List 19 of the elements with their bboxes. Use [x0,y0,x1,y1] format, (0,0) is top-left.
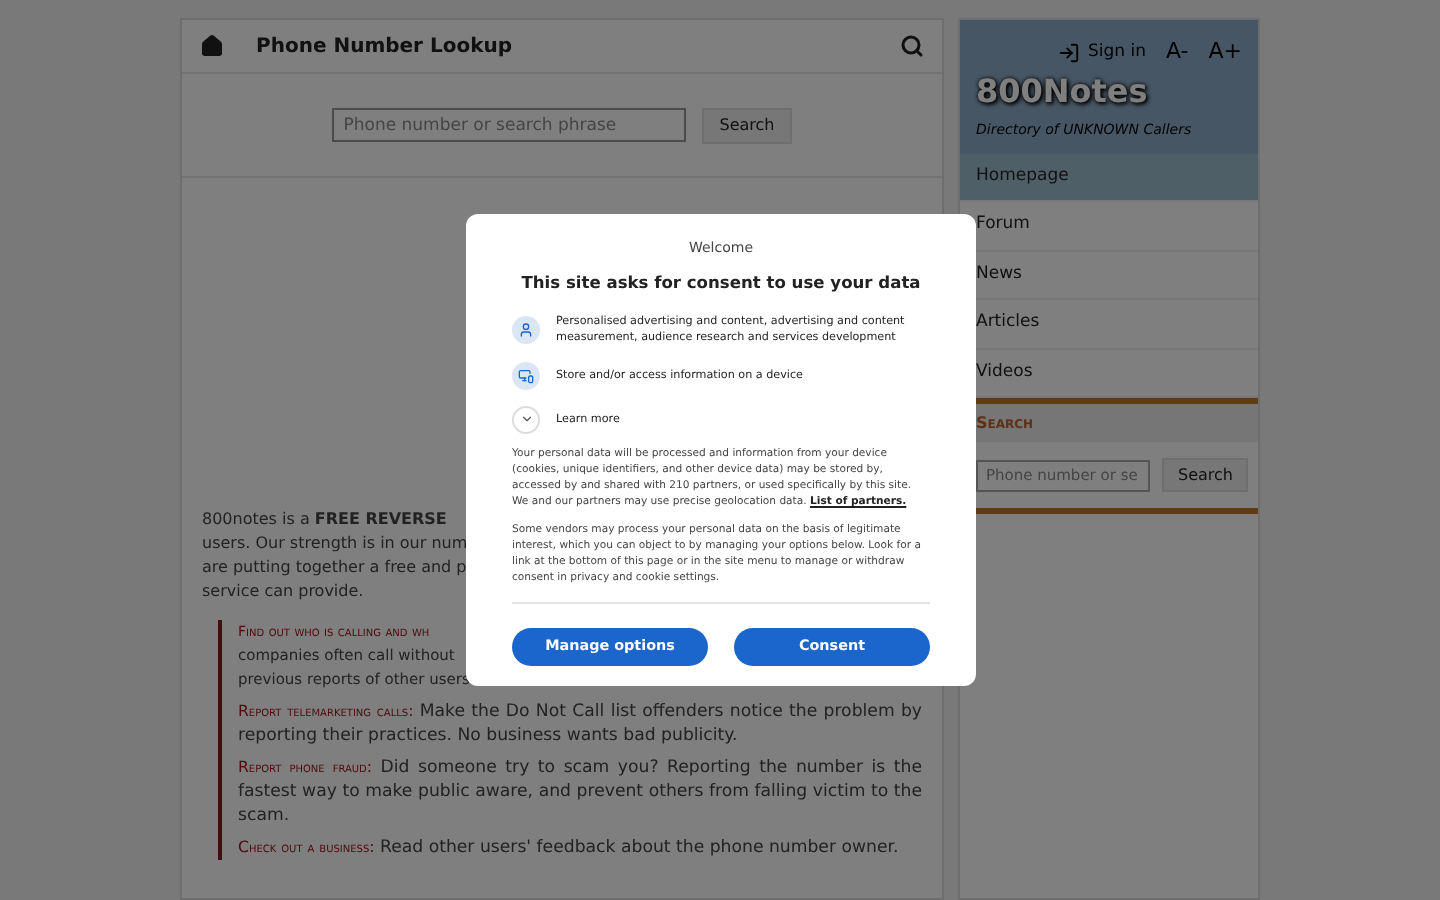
person-icon [512,315,540,344]
search-icon[interactable] [900,34,924,58]
search-field[interactable]: Phone number or search phrase [331,108,686,142]
device-icon [512,361,540,390]
nav-item[interactable]: Homepage [960,153,1258,202]
search-button[interactable]: Search [701,107,793,143]
search-heading: Search [976,411,1034,435]
font-larger-button[interactable]: A+ [1208,35,1242,69]
intro-text: service can provide. [202,580,364,604]
intro-text: are putting together a free and p [202,556,467,580]
intro-text: 800notes is a FREE REVERSE [202,508,447,532]
intro-text: users. Our strength is in our num [202,532,468,556]
sidebar-search-button[interactable]: Search [1162,458,1249,492]
font-smaller-button[interactable]: A- [1165,35,1189,69]
sign-in-link[interactable]: Sign in [1087,39,1146,65]
sign-in-icon[interactable] [1057,41,1080,63]
home-icon[interactable] [200,34,224,58]
page-title: Phone Number Lookup [256,33,513,61]
dialog-title: This site asks for consent to use your data [519,269,923,294]
